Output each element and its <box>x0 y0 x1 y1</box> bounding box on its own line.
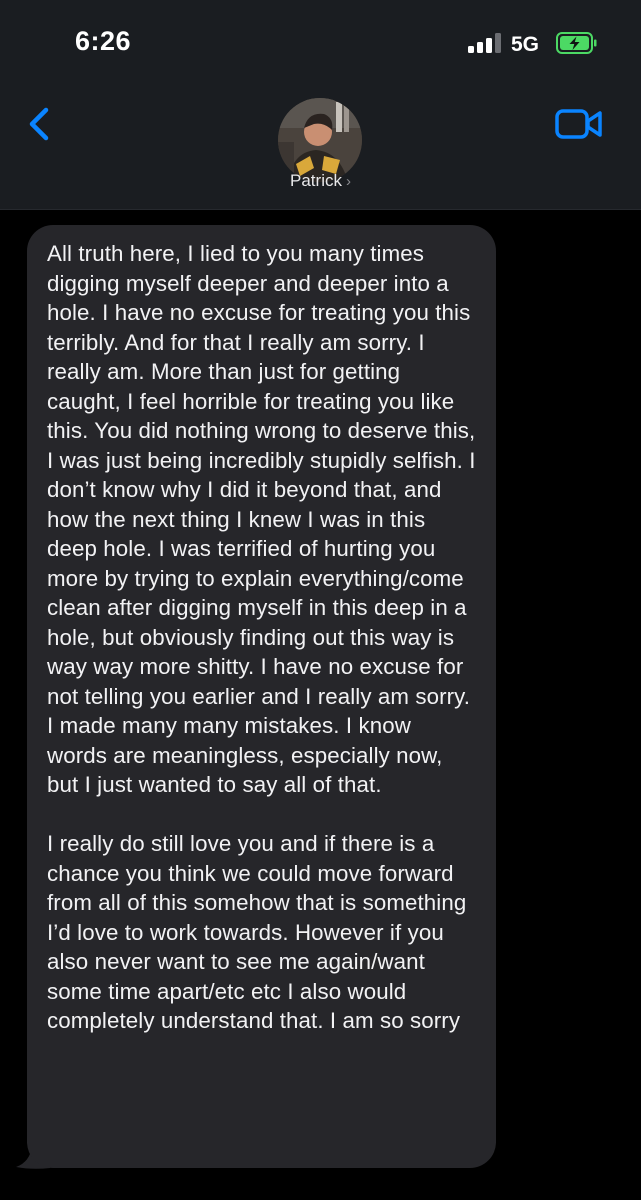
facetime-video-button[interactable] <box>553 104 605 144</box>
cellular-signal-icon <box>468 33 504 53</box>
status-time: 6:26 <box>75 26 132 56</box>
conversation-header: 6:26 5G Patrick › <box>0 0 641 210</box>
contact-name: Patrick <box>290 171 342 190</box>
contact-name-button[interactable]: Patrick › <box>0 171 641 191</box>
message-paragraph: All truth here, I lied to you many times… <box>47 241 476 797</box>
facetime-video-icon <box>555 109 602 139</box>
chevron-right-icon: › <box>345 173 351 190</box>
back-button[interactable] <box>18 100 62 148</box>
message-bubble[interactable]: All truth here, I lied to you many times… <box>27 225 496 1168</box>
message-paragraph: I really do still love you and if there … <box>47 831 467 1033</box>
battery-charging-icon <box>556 32 597 54</box>
chevron-left-icon <box>29 107 49 141</box>
network-type: 5G <box>511 33 540 56</box>
avatar-photo <box>278 98 362 182</box>
contact-avatar[interactable] <box>278 98 362 182</box>
